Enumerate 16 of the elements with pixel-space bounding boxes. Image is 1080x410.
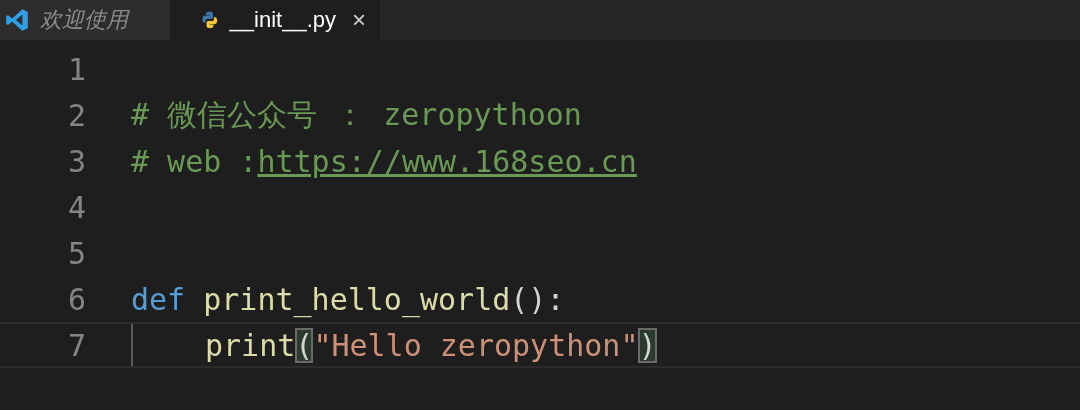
code-line: print("Hello zeropython") xyxy=(205,327,657,363)
line-number: 4 xyxy=(66,189,86,225)
editor-tab[interactable]: __init__.py × xyxy=(170,0,380,40)
line-number: 7 xyxy=(66,327,86,363)
link[interactable]: https://www.168seo.cn xyxy=(257,143,637,179)
close-icon[interactable]: × xyxy=(352,6,366,34)
line-number: 3 xyxy=(66,143,86,179)
code-line: # 微信公众号 ： zeropythoon xyxy=(131,95,582,134)
line-number: 1 xyxy=(66,51,86,87)
code-editor-icon xyxy=(4,7,30,33)
line-number: 2 xyxy=(66,97,86,133)
editor-tab[interactable]: 欢迎使用 xyxy=(0,0,170,40)
line-number: 5 xyxy=(66,235,86,271)
code-line: def print_hello_world(): xyxy=(131,281,565,317)
code-line: # web :https://www.168seo.cn xyxy=(131,143,637,179)
line-number: 6 xyxy=(66,281,86,317)
